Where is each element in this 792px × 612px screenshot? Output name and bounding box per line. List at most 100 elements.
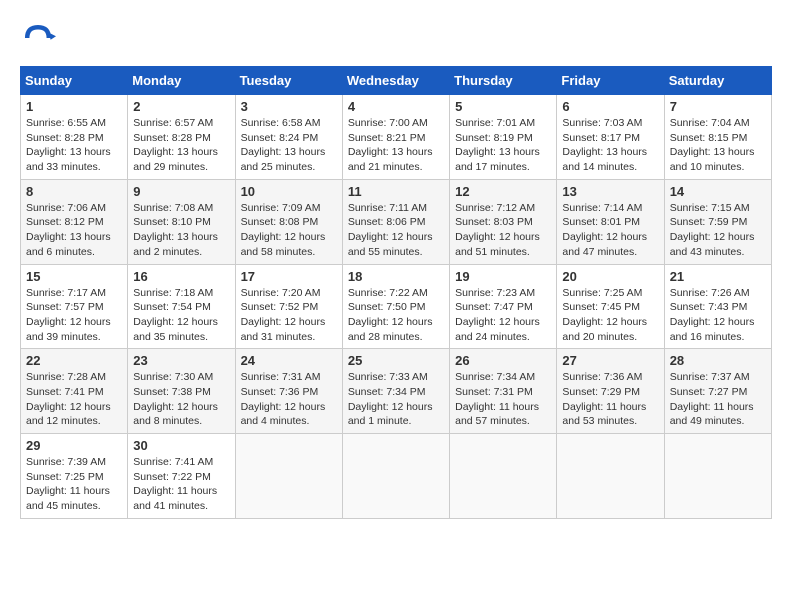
header-cell-friday: Friday (557, 67, 664, 95)
calendar-cell: 7 Sunrise: 7:04 AM Sunset: 8:15 PM Daylig… (664, 95, 771, 180)
header-cell-monday: Monday (128, 67, 235, 95)
day-number: 19 (455, 269, 551, 284)
header-cell-thursday: Thursday (450, 67, 557, 95)
calendar-cell: 9 Sunrise: 7:08 AM Sunset: 8:10 PM Daylig… (128, 179, 235, 264)
calendar-cell: 27 Sunrise: 7:36 AM Sunset: 7:29 PM Dayli… (557, 349, 664, 434)
calendar-cell: 12 Sunrise: 7:12 AM Sunset: 8:03 PM Dayli… (450, 179, 557, 264)
day-number: 2 (133, 99, 229, 114)
calendar-week-1: 1Sunrise: 6:55 AM Sunset: 8:28 PM Daylig… (21, 95, 772, 180)
calendar-cell: 25 Sunrise: 7:33 AM Sunset: 7:34 PM Dayli… (342, 349, 449, 434)
calendar-cell: 15 Sunrise: 7:17 AM Sunset: 7:57 PM Dayli… (21, 264, 128, 349)
day-number: 17 (241, 269, 337, 284)
calendar-cell: 1Sunrise: 6:55 AM Sunset: 8:28 PM Daylig… (21, 95, 128, 180)
day-number: 23 (133, 353, 229, 368)
day-number: 5 (455, 99, 551, 114)
day-info: Sunrise: 7:20 AM Sunset: 7:52 PM Dayligh… (241, 286, 337, 345)
calendar-cell: 5 Sunrise: 7:01 AM Sunset: 8:19 PM Daylig… (450, 95, 557, 180)
day-info: Sunrise: 7:12 AM Sunset: 8:03 PM Dayligh… (455, 201, 551, 260)
calendar-cell: 4 Sunrise: 7:00 AM Sunset: 8:21 PM Daylig… (342, 95, 449, 180)
day-info: Sunrise: 7:09 AM Sunset: 8:08 PM Dayligh… (241, 201, 337, 260)
day-info: Sunrise: 7:36 AM Sunset: 7:29 PM Dayligh… (562, 370, 658, 429)
day-info: Sunrise: 7:06 AM Sunset: 8:12 PM Dayligh… (26, 201, 122, 260)
logo-icon (20, 20, 56, 56)
calendar-cell: 6Sunrise: 7:03 AM Sunset: 8:17 PM Daylig… (557, 95, 664, 180)
day-number: 10 (241, 184, 337, 199)
calendar-cell: 22 Sunrise: 7:28 AM Sunset: 7:41 PM Dayli… (21, 349, 128, 434)
day-number: 25 (348, 353, 444, 368)
day-number: 22 (26, 353, 122, 368)
calendar-body: 1Sunrise: 6:55 AM Sunset: 8:28 PM Daylig… (21, 95, 772, 519)
calendar-cell: 21 Sunrise: 7:26 AM Sunset: 7:43 PM Dayli… (664, 264, 771, 349)
day-number: 13 (562, 184, 658, 199)
day-info: Sunrise: 7:26 AM Sunset: 7:43 PM Dayligh… (670, 286, 766, 345)
header-cell-wednesday: Wednesday (342, 67, 449, 95)
day-number: 27 (562, 353, 658, 368)
day-info: Sunrise: 7:08 AM Sunset: 8:10 PM Dayligh… (133, 201, 229, 260)
day-info: Sunrise: 7:41 AM Sunset: 7:22 PM Dayligh… (133, 455, 229, 514)
day-number: 30 (133, 438, 229, 453)
day-number: 24 (241, 353, 337, 368)
logo (20, 20, 62, 56)
calendar-cell: 16Sunrise: 7:18 AM Sunset: 7:54 PM Dayli… (128, 264, 235, 349)
day-number: 28 (670, 353, 766, 368)
calendar-header: SundayMondayTuesdayWednesdayThursdayFrid… (21, 67, 772, 95)
calendar-week-2: 8 Sunrise: 7:06 AM Sunset: 8:12 PM Daylig… (21, 179, 772, 264)
day-info: Sunrise: 7:17 AM Sunset: 7:57 PM Dayligh… (26, 286, 122, 345)
calendar-cell: 11 Sunrise: 7:11 AM Sunset: 8:06 PM Dayli… (342, 179, 449, 264)
day-number: 16 (133, 269, 229, 284)
day-info: Sunrise: 7:28 AM Sunset: 7:41 PM Dayligh… (26, 370, 122, 429)
calendar-cell (557, 434, 664, 519)
calendar-week-5: 29 Sunrise: 7:39 AM Sunset: 7:25 PM Dayli… (21, 434, 772, 519)
calendar-cell: 26 Sunrise: 7:34 AM Sunset: 7:31 PM Dayli… (450, 349, 557, 434)
day-info: Sunrise: 7:14 AM Sunset: 8:01 PM Dayligh… (562, 201, 658, 260)
day-number: 20 (562, 269, 658, 284)
day-info: Sunrise: 7:22 AM Sunset: 7:50 PM Dayligh… (348, 286, 444, 345)
day-info: Sunrise: 7:39 AM Sunset: 7:25 PM Dayligh… (26, 455, 122, 514)
day-number: 21 (670, 269, 766, 284)
day-number: 18 (348, 269, 444, 284)
day-number: 1 (26, 99, 122, 114)
day-number: 11 (348, 184, 444, 199)
day-info: Sunrise: 7:33 AM Sunset: 7:34 PM Dayligh… (348, 370, 444, 429)
calendar-week-4: 22 Sunrise: 7:28 AM Sunset: 7:41 PM Dayli… (21, 349, 772, 434)
calendar-cell: 8 Sunrise: 7:06 AM Sunset: 8:12 PM Daylig… (21, 179, 128, 264)
day-number: 26 (455, 353, 551, 368)
day-number: 7 (670, 99, 766, 114)
calendar-cell: 20 Sunrise: 7:25 AM Sunset: 7:45 PM Dayli… (557, 264, 664, 349)
page-header (20, 20, 772, 56)
calendar-cell: 24Sunrise: 7:31 AM Sunset: 7:36 PM Dayli… (235, 349, 342, 434)
day-number: 9 (133, 184, 229, 199)
day-info: Sunrise: 7:03 AM Sunset: 8:17 PM Dayligh… (562, 116, 658, 175)
day-number: 12 (455, 184, 551, 199)
calendar-cell: 30 Sunrise: 7:41 AM Sunset: 7:22 PM Dayli… (128, 434, 235, 519)
day-info: Sunrise: 6:58 AM Sunset: 8:24 PM Dayligh… (241, 116, 337, 175)
calendar-cell: 3 Sunrise: 6:58 AM Sunset: 8:24 PM Daylig… (235, 95, 342, 180)
calendar-cell (235, 434, 342, 519)
calendar-cell: 23Sunrise: 7:30 AM Sunset: 7:38 PM Dayli… (128, 349, 235, 434)
day-number: 29 (26, 438, 122, 453)
header-cell-tuesday: Tuesday (235, 67, 342, 95)
day-number: 4 (348, 99, 444, 114)
calendar-cell: 18 Sunrise: 7:22 AM Sunset: 7:50 PM Dayli… (342, 264, 449, 349)
day-number: 14 (670, 184, 766, 199)
calendar-cell: 14Sunrise: 7:15 AM Sunset: 7:59 PM Dayli… (664, 179, 771, 264)
calendar-cell (664, 434, 771, 519)
calendar-cell (450, 434, 557, 519)
calendar-cell (342, 434, 449, 519)
day-info: Sunrise: 7:25 AM Sunset: 7:45 PM Dayligh… (562, 286, 658, 345)
calendar-cell: 10 Sunrise: 7:09 AM Sunset: 8:08 PM Dayli… (235, 179, 342, 264)
day-number: 15 (26, 269, 122, 284)
day-number: 3 (241, 99, 337, 114)
calendar-cell: 17 Sunrise: 7:20 AM Sunset: 7:52 PM Dayli… (235, 264, 342, 349)
day-info: Sunrise: 7:11 AM Sunset: 8:06 PM Dayligh… (348, 201, 444, 260)
day-info: Sunrise: 7:34 AM Sunset: 7:31 PM Dayligh… (455, 370, 551, 429)
day-info: Sunrise: 7:01 AM Sunset: 8:19 PM Dayligh… (455, 116, 551, 175)
header-row: SundayMondayTuesdayWednesdayThursdayFrid… (21, 67, 772, 95)
day-info: Sunrise: 7:00 AM Sunset: 8:21 PM Dayligh… (348, 116, 444, 175)
calendar-cell: 19 Sunrise: 7:23 AM Sunset: 7:47 PM Dayli… (450, 264, 557, 349)
header-cell-saturday: Saturday (664, 67, 771, 95)
day-number: 8 (26, 184, 122, 199)
day-info: Sunrise: 7:23 AM Sunset: 7:47 PM Dayligh… (455, 286, 551, 345)
day-info: Sunrise: 7:04 AM Sunset: 8:15 PM Dayligh… (670, 116, 766, 175)
day-info: Sunrise: 7:37 AM Sunset: 7:27 PM Dayligh… (670, 370, 766, 429)
